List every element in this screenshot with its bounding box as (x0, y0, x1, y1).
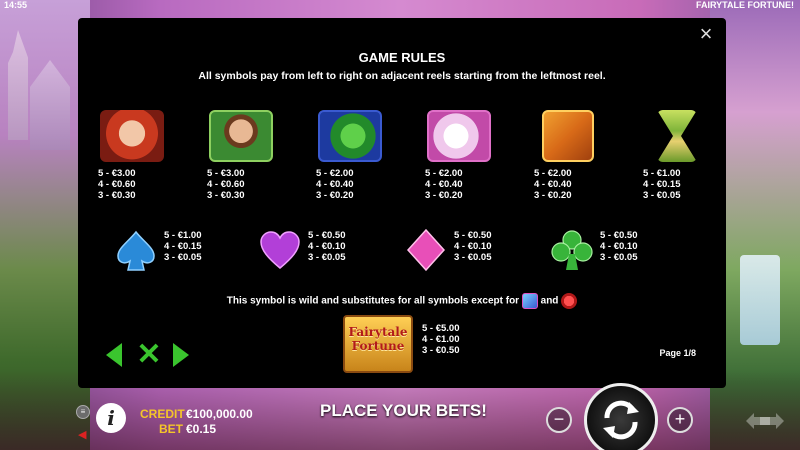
spade-icon (117, 230, 155, 271)
rules-title: GAME RULES (358, 50, 446, 65)
status-bar: 14:55 FAIRYTALE FORTUNE! (0, 0, 800, 12)
bottom-control-bar: ≡ i ◀ CREDIT €100,000.00 BET €0.15 PLACE… (0, 383, 800, 450)
credit-label: CREDIT (140, 407, 185, 421)
clock: 14:55 (4, 0, 28, 10)
symbol-club: 5 - €0.50 4 - €0.10 3 - €0.05 (550, 228, 670, 278)
previous-page-arrow-icon[interactable] (106, 343, 122, 367)
scatter-crystal-icon (521, 293, 538, 309)
wild-fairytale-fortune-logo: Fairytale Fortune (343, 315, 413, 373)
princess-icon (100, 110, 164, 162)
hourglass-icon (657, 110, 697, 162)
symbol-prince: 5 - €3.00 4 - €0.60 3 - €0.30 (191, 110, 291, 201)
symbol-spade: 5 - €1.00 4 - €0.15 3 - €0.05 (114, 228, 234, 278)
symbol-heart: 5 - €0.50 4 - €0.10 3 - €0.05 (258, 228, 378, 278)
bet-value: €0.15 (186, 422, 217, 436)
sound-icon[interactable]: ◀ (78, 429, 90, 441)
waterfall (740, 255, 780, 345)
symbol-diamond: 5 - €0.50 4 - €0.10 3 - €0.05 (404, 228, 524, 278)
club-icon (551, 230, 593, 270)
symbol-hourglass: 5 - €1.00 4 - €0.15 3 - €0.05 (627, 110, 727, 201)
close-icon[interactable]: × (696, 23, 716, 45)
paytable-hourglass: 5 - €1.00 4 - €0.15 3 - €0.05 (643, 168, 681, 201)
paytable-unicorn: 5 - €2.00 4 - €0.40 3 - €0.20 (425, 168, 463, 201)
paytable-princess: 5 - €3.00 4 - €0.60 3 - €0.30 (98, 168, 136, 201)
symbol-dragon: 5 - €2.00 4 - €0.40 3 - €0.20 (300, 110, 400, 201)
status-message: PLACE YOUR BETS! (320, 401, 487, 420)
paytable-prince: 5 - €3.00 4 - €0.60 3 - €0.30 (207, 168, 245, 201)
spin-button[interactable] (584, 383, 658, 450)
rules-subtitle: All symbols pay from left to right on ad… (198, 70, 606, 82)
paytable-dragon: 5 - €2.00 4 - €0.40 3 - €0.20 (316, 168, 354, 201)
bonus-rose-icon (561, 293, 578, 309)
increase-bet-button[interactable]: + (667, 407, 693, 433)
credit-value: €100,000.00 (186, 407, 253, 421)
symbol-spellbook: 5 - €2.00 4 - €0.40 3 - €0.20 (518, 110, 618, 201)
unicorn-icon (427, 110, 491, 162)
diamond-icon (406, 228, 446, 272)
heart-icon (260, 231, 300, 269)
bet-label: BET (159, 422, 183, 436)
decrease-bet-button[interactable]: − (546, 407, 572, 433)
game-rules-panel: × GAME RULES All symbols pay from left t… (78, 18, 726, 388)
info-icon[interactable]: i (96, 403, 126, 433)
spin-arrows-icon (603, 400, 639, 440)
menu-icon[interactable]: ≡ (76, 405, 90, 419)
paytable-heart: 5 - €0.50 4 - €0.10 3 - €0.05 (308, 230, 346, 263)
paytable-club: 5 - €0.50 4 - €0.10 3 - €0.05 (600, 230, 638, 263)
paytable-spellbook: 5 - €2.00 4 - €0.40 3 - €0.20 (534, 168, 572, 201)
symbol-princess: 5 - €3.00 4 - €0.60 3 - €0.30 (82, 110, 182, 201)
close-rules-x-icon[interactable]: ✕ (135, 340, 163, 370)
wild-description: This symbol is wild and substitutes for … (78, 293, 726, 309)
spellbook-icon (542, 110, 594, 162)
autoplay-icon[interactable] (740, 407, 790, 435)
paytable-wild: 5 - €5.00 4 - €1.00 3 - €0.50 (422, 323, 460, 356)
paytable-diamond: 5 - €0.50 4 - €0.10 3 - €0.05 (454, 230, 492, 263)
dragon-icon (318, 110, 382, 162)
game-title: FAIRYTALE FORTUNE! (696, 0, 794, 10)
page-indicator: Page 1/8 (659, 348, 696, 358)
prince-icon (209, 110, 273, 162)
paytable-spade: 5 - €1.00 4 - €0.15 3 - €0.05 (164, 230, 202, 263)
next-page-arrow-icon[interactable] (173, 343, 189, 367)
symbol-unicorn: 5 - €2.00 4 - €0.40 3 - €0.20 (409, 110, 509, 201)
